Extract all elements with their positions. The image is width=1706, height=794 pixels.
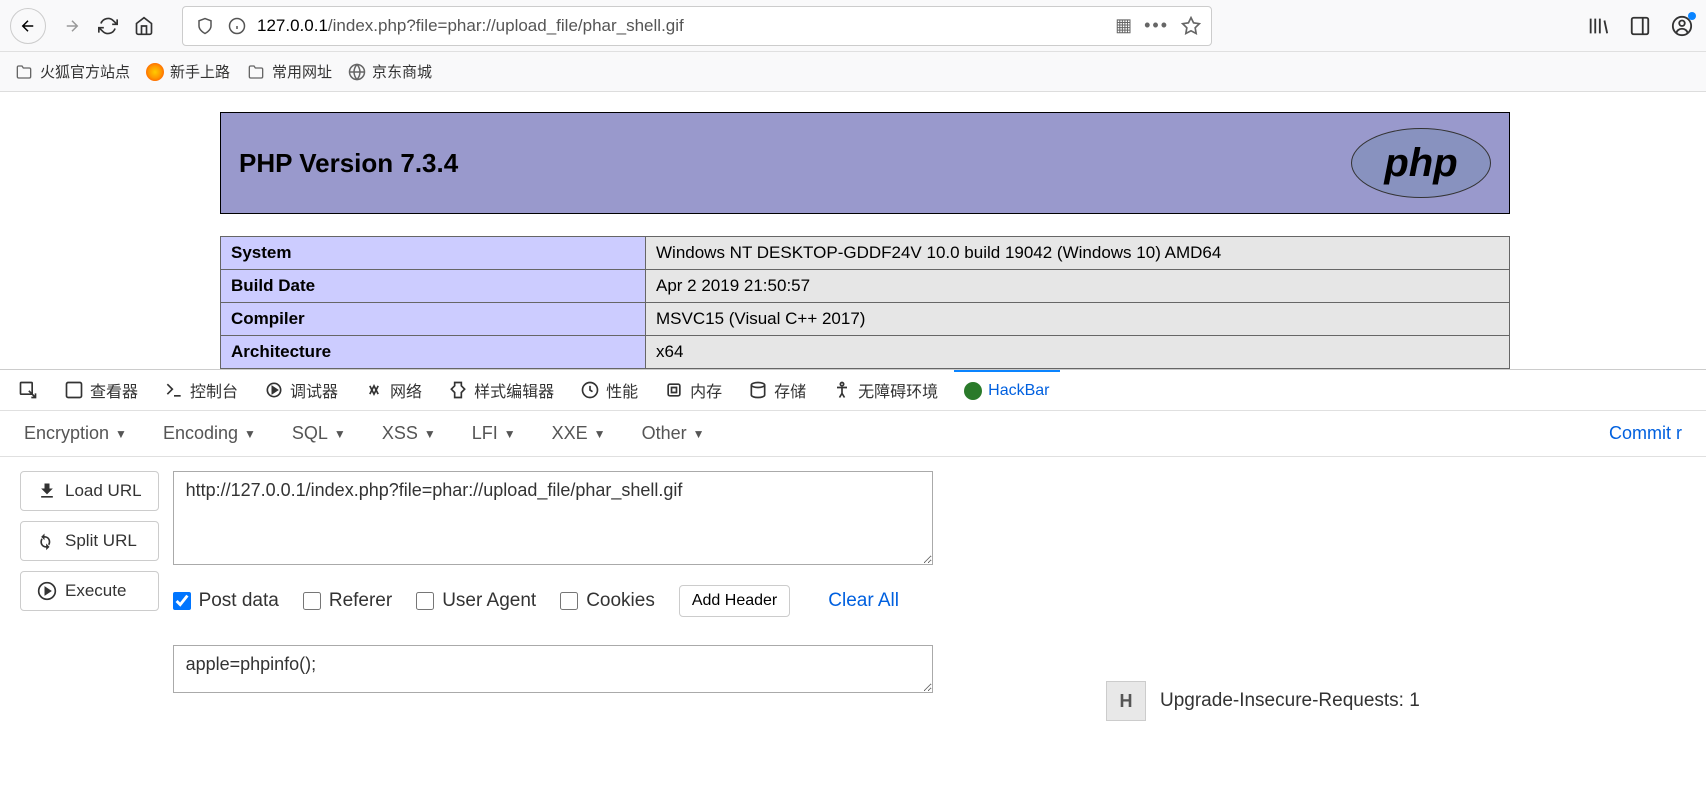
reload-button[interactable] — [90, 8, 126, 44]
more-icon[interactable]: ••• — [1144, 15, 1169, 36]
menu-xxe[interactable]: XXE▼ — [552, 423, 606, 444]
tab-inspector[interactable]: 查看器 — [54, 370, 148, 410]
tab-debugger[interactable]: 调试器 — [254, 370, 348, 410]
qr-icon[interactable]: ▦ — [1115, 15, 1132, 36]
tab-hackbar[interactable]: HackBar — [954, 370, 1059, 410]
firefox-icon — [146, 63, 164, 81]
table-row: Architecture x64 — [221, 336, 1510, 369]
back-button[interactable] — [10, 8, 46, 44]
table-row: System Windows NT DESKTOP-GDDF24V 10.0 b… — [221, 237, 1510, 270]
info-label: Architecture — [221, 336, 646, 369]
url-textarea[interactable] — [173, 471, 933, 565]
header-badge: H — [1106, 681, 1146, 721]
bookmark-label: 火狐官方站点 — [40, 61, 130, 82]
tab-memory[interactable]: 内存 — [654, 370, 732, 410]
hackbar-sidebar: Load URL Split URL Execute — [20, 471, 159, 693]
info-value: Apr 2 2019 21:50:57 — [646, 270, 1510, 303]
info-value: Windows NT DESKTOP-GDDF24V 10.0 build 19… — [646, 237, 1510, 270]
load-url-button[interactable]: Load URL — [20, 471, 159, 511]
hackbar-body: Load URL Split URL Execute Post data Ref… — [0, 457, 1706, 707]
hackbar-menu: Encryption▼ Encoding▼ SQL▼ XSS▼ LFI▼ XXE… — [0, 411, 1706, 457]
menu-xss[interactable]: XSS▼ — [382, 423, 436, 444]
add-header-button[interactable]: Add Header — [679, 585, 790, 617]
info-value: x64 — [646, 336, 1510, 369]
check-cookies[interactable]: Cookies — [560, 590, 655, 612]
execute-button[interactable]: Execute — [20, 571, 159, 611]
bookmark-label: 新手上路 — [170, 61, 230, 82]
header-panel: H Upgrade-Insecure-Requests: 1 — [1106, 678, 1606, 724]
split-url-button[interactable]: Split URL — [20, 521, 159, 561]
phpinfo-header: PHP Version 7.3.4 php — [220, 112, 1510, 214]
menu-other[interactable]: Other▼ — [642, 423, 705, 444]
php-version-title: PHP Version 7.3.4 — [239, 148, 458, 179]
browser-toolbar: 127.0.0.1/index.php?file=phar://upload_f… — [0, 0, 1706, 52]
library-icon[interactable] — [1584, 12, 1612, 40]
bookmark-item[interactable]: 火狐官方站点 — [14, 61, 130, 82]
hackbar-main: Post data Referer User Agent Cookies Add… — [173, 471, 933, 693]
account-icon[interactable] — [1668, 12, 1696, 40]
url-bar[interactable]: 127.0.0.1/index.php?file=phar://upload_f… — [182, 6, 1212, 46]
tab-console[interactable]: 控制台 — [154, 370, 248, 410]
info-label: Compiler — [221, 303, 646, 336]
globe-icon — [348, 63, 366, 81]
bookmark-star-icon[interactable] — [1181, 16, 1201, 36]
php-logo: php — [1351, 128, 1491, 198]
menu-lfi[interactable]: LFI▼ — [472, 423, 516, 444]
commit-link[interactable]: Commit r — [1609, 423, 1682, 444]
shield-icon — [193, 14, 217, 38]
check-post-data[interactable]: Post data — [173, 590, 279, 612]
hackbar-checkboxes: Post data Referer User Agent Cookies Add… — [173, 585, 933, 617]
bookmark-item[interactable]: 常用网址 — [246, 61, 332, 82]
tab-network[interactable]: 网络 — [354, 370, 432, 410]
devtools-tabbar: 查看器 控制台 调试器 网络 样式编辑器 性能 内存 存储 无障碍环境 Hack… — [0, 369, 1706, 411]
home-button[interactable] — [126, 8, 162, 44]
header-text: Upgrade-Insecure-Requests: 1 — [1146, 690, 1434, 712]
clear-all-link[interactable]: Clear All — [828, 590, 899, 612]
bookmark-item[interactable]: 京东商城 — [348, 61, 432, 82]
check-user-agent[interactable]: User Agent — [416, 590, 536, 612]
bookmark-item[interactable]: 新手上路 — [146, 61, 230, 82]
hackbar-icon — [964, 382, 982, 400]
bookmarks-bar: 火狐官方站点 新手上路 常用网址 京东商城 — [0, 52, 1706, 92]
header-row[interactable]: H Upgrade-Insecure-Requests: 1 — [1106, 678, 1606, 724]
table-row: Build Date Apr 2 2019 21:50:57 — [221, 270, 1510, 303]
info-label: System — [221, 237, 646, 270]
bookmark-label: 京东商城 — [372, 61, 432, 82]
menu-encoding[interactable]: Encoding▼ — [163, 423, 256, 444]
table-row: Compiler MSVC15 (Visual C++ 2017) — [221, 303, 1510, 336]
menu-encryption[interactable]: Encryption▼ — [24, 423, 127, 444]
info-label: Build Date — [221, 270, 646, 303]
tab-accessibility[interactable]: 无障碍环境 — [822, 370, 948, 410]
info-value: MSVC15 (Visual C++ 2017) — [646, 303, 1510, 336]
phpinfo-table: System Windows NT DESKTOP-GDDF24V 10.0 b… — [220, 236, 1510, 369]
post-data-textarea[interactable] — [173, 645, 933, 693]
info-icon[interactable] — [225, 14, 249, 38]
tab-performance[interactable]: 性能 — [570, 370, 648, 410]
bookmark-label: 常用网址 — [272, 61, 332, 82]
url-text: 127.0.0.1/index.php?file=phar://upload_f… — [257, 16, 1115, 36]
check-referer[interactable]: Referer — [303, 590, 392, 612]
forward-button[interactable] — [54, 8, 90, 44]
tab-storage[interactable]: 存储 — [738, 370, 816, 410]
devtools-picker-icon[interactable] — [8, 370, 48, 410]
menu-sql[interactable]: SQL▼ — [292, 423, 346, 444]
tab-style-editor[interactable]: 样式编辑器 — [438, 370, 564, 410]
page-content: PHP Version 7.3.4 php System Windows NT … — [0, 92, 1706, 369]
sidebar-icon[interactable] — [1626, 12, 1654, 40]
